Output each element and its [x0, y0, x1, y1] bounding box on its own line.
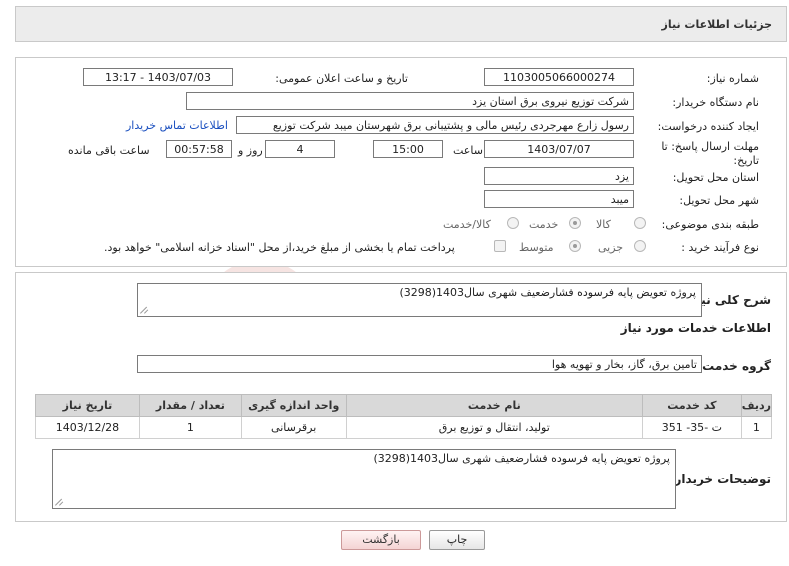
city-label: شهر محل تحویل:: [679, 194, 759, 207]
treasury-payment-checkbox[interactable]: [494, 240, 506, 252]
col-row-header: ردیف: [740, 394, 773, 417]
days-remaining-field[interactable]: 4: [265, 140, 335, 158]
cell-code: ت -35- 351: [641, 416, 742, 439]
buyer-notes-textarea[interactable]: پروژه تعویض پایه فرسوده فشارضعیف شهری سا…: [52, 449, 676, 509]
resize-grip-icon[interactable]: [140, 306, 148, 314]
services-table: ردیف کد خدمت نام خدمت واحد اندازه گیری ت…: [35, 394, 773, 439]
cell-date: 1403/12/28: [35, 416, 140, 439]
need-number-field[interactable]: 1103005066000274: [484, 68, 634, 86]
creator-label: ایجاد کننده درخواست:: [657, 120, 759, 133]
days-label: روز و: [238, 144, 263, 157]
col-unit-header: واحد اندازه گیری: [240, 394, 347, 417]
category-radio-goods-service[interactable]: [507, 217, 519, 229]
buyer-notes-text: پروژه تعویض پایه فرسوده فشارضعیف شهری سا…: [373, 452, 670, 465]
purchase-option-minor: جزیی: [598, 241, 624, 254]
deadline-time-label: ساعت: [453, 144, 483, 157]
buyer-notes-label: توضیحات خریدار:: [669, 472, 771, 486]
service-group-label: گروه خدمت:: [697, 359, 771, 373]
remaining-time-field[interactable]: 00:57:58: [166, 140, 232, 158]
province-field[interactable]: یزد: [484, 167, 634, 185]
summary-textarea[interactable]: پروژه تعویض پایه فرسوده فشارضعیف شهری سا…: [137, 283, 702, 317]
announce-datetime-field[interactable]: 1403/07/03 - 13:17: [83, 68, 233, 86]
cell-name: تولید، انتقال و توزیع برق: [345, 416, 643, 439]
category-option-goods-service: کالا/خدمت: [443, 218, 491, 231]
print-button[interactable]: چاپ: [429, 530, 485, 550]
purchase-type-label: نوع فرآیند خرید :: [681, 241, 759, 254]
remaining-label: ساعت باقی مانده: [68, 144, 150, 157]
services-heading: اطلاعات خدمات مورد نیاز: [620, 321, 771, 335]
back-button[interactable]: بازگشت: [341, 530, 421, 550]
need-description-panel: شرح کلی نیاز: پروژه تعویض پایه فرسوده فش…: [15, 272, 787, 522]
category-option-goods: کالا: [596, 218, 611, 231]
summary-text: پروژه تعویض پایه فرسوده فشارضعیف شهری سا…: [399, 286, 696, 299]
province-label: استان محل تحویل:: [672, 171, 759, 184]
resize-grip-icon[interactable]: [55, 498, 63, 506]
deadline-label: مهلت ارسال پاسخ: تا تاریخ:: [661, 140, 759, 167]
col-date-header: تاریخ نیاز: [35, 394, 140, 417]
table-row[interactable]: 1 ت -35- 351 تولید، انتقال و توزیع برق ب…: [35, 416, 773, 439]
category-radio-service[interactable]: [569, 217, 581, 229]
purchase-option-medium: متوسط: [519, 241, 554, 254]
need-info-panel: شماره نیاز: 1103005066000274 تاریخ و ساع…: [15, 57, 787, 267]
page-title: جزئیات اطلاعات نیاز: [661, 18, 773, 31]
table-header-row: ردیف کد خدمت نام خدمت واحد اندازه گیری ت…: [35, 394, 773, 417]
purchase-radio-minor[interactable]: [634, 240, 646, 252]
service-group-field[interactable]: تامین برق، گاز، بخار و تهویه هوا: [137, 355, 702, 373]
deadline-time-field[interactable]: 15:00: [373, 140, 443, 158]
cell-unit: برقرسانی: [240, 416, 347, 439]
col-code-header: کد خدمت: [641, 394, 742, 417]
treasury-payment-note: پرداخت تمام یا بخشی از مبلغ خرید،از محل …: [104, 241, 455, 254]
cell-qty: 1: [138, 416, 242, 439]
category-radio-goods[interactable]: [634, 217, 646, 229]
creator-field[interactable]: رسول زارع مهرجردی رئیس مالی و پشتیبانی ب…: [236, 116, 634, 134]
need-number-label: شماره نیاز:: [706, 72, 759, 85]
category-label: طبقه بندی موضوعی:: [661, 218, 759, 231]
buyer-contact-link[interactable]: اطلاعات تماس خریدار: [126, 119, 228, 132]
deadline-date-field[interactable]: 1403/07/07: [484, 140, 634, 158]
announce-label: تاریخ و ساعت اعلان عمومی:: [275, 72, 408, 85]
category-option-service: خدمت: [529, 218, 559, 231]
purchase-radio-medium[interactable]: [569, 240, 581, 252]
city-field[interactable]: میبد: [484, 190, 634, 208]
header-panel: جزئیات اطلاعات نیاز: [15, 6, 787, 42]
buyer-org-label: نام دستگاه خریدار:: [672, 96, 759, 109]
col-qty-header: تعداد / مقدار: [138, 394, 242, 417]
buyer-org-field[interactable]: شرکت توزیع نیروی برق استان یزد: [186, 92, 634, 110]
cell-row: 1: [740, 416, 773, 439]
col-name-header: نام خدمت: [345, 394, 643, 417]
